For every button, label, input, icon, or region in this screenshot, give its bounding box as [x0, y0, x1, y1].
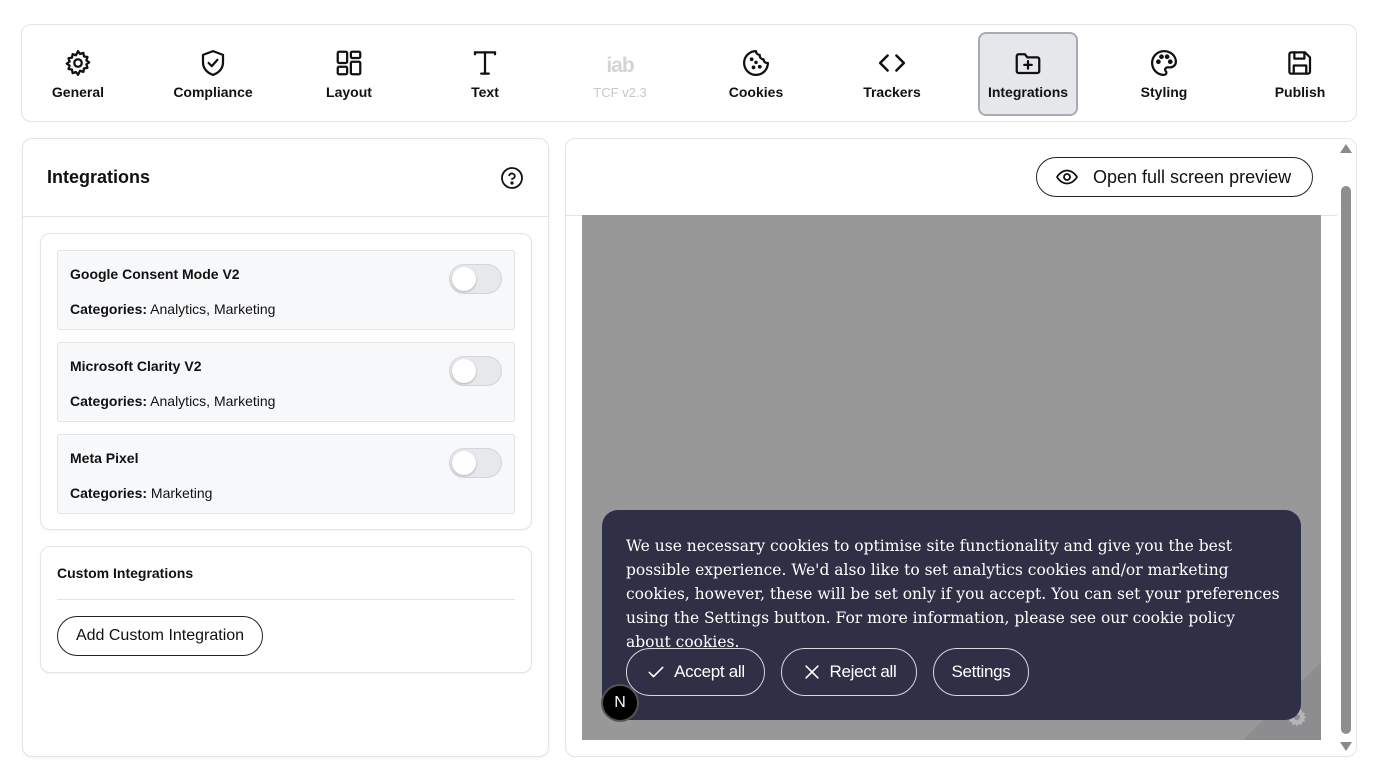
integration-item: Meta Pixel Categories: Marketing — [57, 434, 515, 514]
scroll-up-arrow[interactable] — [1340, 144, 1352, 153]
n-badge[interactable]: N — [601, 684, 639, 722]
help-icon[interactable] — [500, 166, 524, 190]
tab-label: Trackers — [863, 84, 921, 100]
accept-all-button[interactable]: Accept all — [626, 648, 765, 696]
integration-name: Microsoft Clarity V2 — [70, 358, 202, 374]
tab-label: Publish — [1274, 84, 1326, 100]
text-icon — [473, 51, 497, 75]
code-icon — [878, 54, 906, 72]
preview-button-label: Open full screen preview — [1093, 166, 1292, 187]
tab-label: Styling — [1140, 84, 1188, 100]
tab-compliance[interactable]: Compliance — [163, 32, 263, 116]
palette-icon — [1151, 50, 1177, 76]
tab-label: General — [51, 84, 105, 100]
cookie-banner: We use necessary cookies to optimise sit… — [602, 510, 1301, 720]
tab-cookies[interactable]: Cookies — [706, 32, 806, 116]
scrollbar-thumb[interactable] — [1341, 186, 1351, 734]
integration-categories: Categories: Analytics, Marketing — [70, 393, 276, 409]
tab-tcf[interactable]: iab TCF v2.3 — [570, 32, 670, 116]
integration-categories: Categories: Marketing — [70, 485, 213, 501]
save-icon — [1288, 51, 1312, 75]
preview-header: Open full screen preview — [566, 139, 1337, 216]
toggle-knob — [452, 359, 476, 383]
gear-icon — [65, 50, 91, 76]
meta-pixel-toggle[interactable] — [449, 448, 502, 478]
close-icon — [804, 665, 819, 679]
tab-label: Text — [471, 84, 499, 100]
integration-item: Microsoft Clarity V2 Categories: Analyti… — [57, 342, 515, 422]
layout-grid-icon — [336, 50, 362, 76]
integration-item: Google Consent Mode V2 Categories: Analy… — [57, 250, 515, 330]
panel-title: Integrations — [47, 167, 151, 187]
integration-name: Meta Pixel — [70, 450, 139, 466]
integrations-panel: Integrations Google Consent Mode V2 Cate… — [22, 138, 549, 757]
tab-label: Cookies — [728, 84, 784, 100]
tab-publish[interactable]: Publish — [1250, 32, 1350, 116]
top-navigation: General Compliance Layout Text iab TCF v… — [21, 24, 1357, 122]
panel-header: Integrations — [23, 139, 548, 217]
toggle-knob — [452, 267, 476, 291]
integrations-list: Google Consent Mode V2 Categories: Analy… — [40, 233, 532, 530]
iab-icon: iab — [606, 53, 634, 77]
preview-canvas: We use necessary cookies to optimise sit… — [582, 215, 1321, 740]
google-consent-toggle[interactable] — [449, 264, 502, 294]
tab-layout[interactable]: Layout — [299, 32, 399, 116]
scrollbar[interactable] — [1337, 140, 1355, 755]
tab-text[interactable]: Text — [435, 32, 535, 116]
integration-name: Google Consent Mode V2 — [70, 266, 240, 282]
scroll-down-arrow[interactable] — [1340, 742, 1352, 751]
tab-label: TCF v2.3 — [593, 84, 647, 100]
folder-plus-icon — [1015, 53, 1041, 75]
cookie-banner-text: We use necessary cookies to optimise sit… — [626, 537, 1280, 651]
tab-integrations[interactable]: Integrations — [978, 32, 1078, 116]
reject-all-button[interactable]: Reject all — [781, 648, 917, 696]
cookie-icon — [743, 50, 769, 76]
accept-all-label: Accept all — [674, 662, 745, 681]
tab-general[interactable]: General — [28, 32, 128, 116]
preview-panel: Open full screen preview We use necessar… — [565, 138, 1357, 757]
microsoft-clarity-toggle[interactable] — [449, 356, 502, 386]
reject-all-label: Reject all — [829, 662, 897, 681]
tab-label: Layout — [326, 84, 372, 100]
toggle-knob — [452, 451, 476, 475]
eye-icon — [1056, 169, 1078, 185]
custom-integrations-card: Custom Integrations Add Custom Integrati… — [40, 546, 532, 673]
custom-integrations-title: Custom Integrations — [57, 565, 194, 581]
tab-label: Compliance — [173, 84, 253, 100]
divider — [57, 599, 515, 600]
tab-styling[interactable]: Styling — [1114, 32, 1214, 116]
tab-trackers[interactable]: Trackers — [842, 32, 942, 116]
tab-label: Integrations — [987, 84, 1069, 100]
open-full-screen-preview-button[interactable]: Open full screen preview — [1036, 157, 1313, 197]
check-icon — [648, 666, 664, 678]
integration-categories: Categories: Analytics, Marketing — [70, 301, 276, 317]
add-custom-integration-button[interactable]: Add Custom Integration — [57, 616, 263, 656]
shield-check-icon — [201, 50, 225, 76]
settings-button[interactable]: Settings — [933, 648, 1029, 696]
